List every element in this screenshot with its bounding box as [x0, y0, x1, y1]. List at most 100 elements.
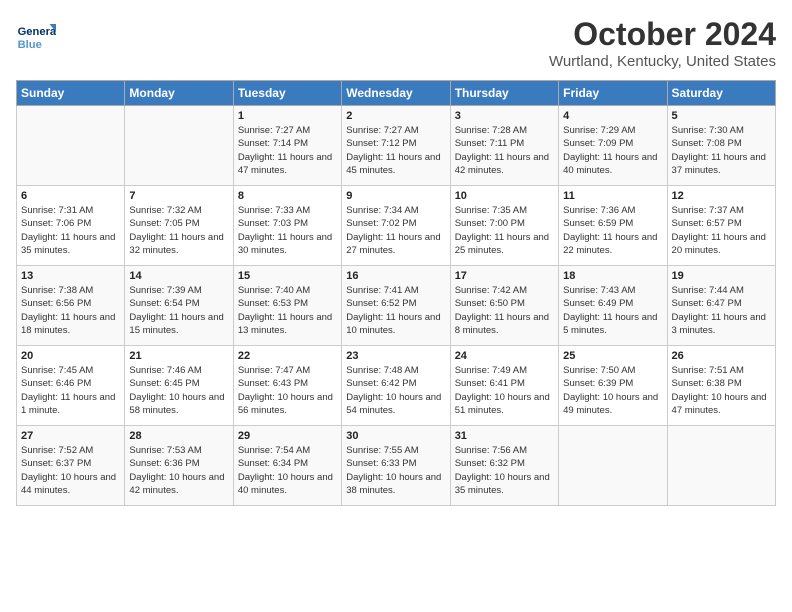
calendar-cell: 8 Sunrise: 7:33 AM Sunset: 7:03 PM Daylig… — [233, 186, 341, 266]
day-detail: Sunrise: 7:45 AM Sunset: 6:46 PM Dayligh… — [21, 364, 120, 417]
calendar-cell: 22 Sunrise: 7:47 AM Sunset: 6:43 PM Dayli… — [233, 346, 341, 426]
svg-text:General: General — [18, 26, 56, 38]
day-number: 24 — [455, 350, 554, 362]
day-detail: Sunrise: 7:33 AM Sunset: 7:03 PM Dayligh… — [238, 204, 337, 257]
day-number: 30 — [346, 430, 445, 442]
svg-text:Blue: Blue — [18, 39, 42, 51]
header-row: SundayMondayTuesdayWednesdayThursdayFrid… — [17, 81, 776, 106]
logo: General Blue — [16, 16, 60, 56]
header-day: Friday — [559, 81, 667, 106]
day-number: 4 — [563, 110, 662, 122]
calendar-cell: 4 Sunrise: 7:29 AM Sunset: 7:09 PM Daylig… — [559, 106, 667, 186]
day-detail: Sunrise: 7:56 AM Sunset: 6:32 PM Dayligh… — [455, 444, 554, 497]
calendar-body: 1 Sunrise: 7:27 AM Sunset: 7:14 PM Daylig… — [17, 106, 776, 506]
day-detail: Sunrise: 7:27 AM Sunset: 7:14 PM Dayligh… — [238, 124, 337, 177]
day-number: 31 — [455, 430, 554, 442]
day-number: 25 — [563, 350, 662, 362]
calendar-header: SundayMondayTuesdayWednesdayThursdayFrid… — [17, 81, 776, 106]
calendar-cell: 28 Sunrise: 7:53 AM Sunset: 6:36 PM Dayli… — [125, 426, 233, 506]
day-detail: Sunrise: 7:49 AM Sunset: 6:41 PM Dayligh… — [455, 364, 554, 417]
calendar-cell: 31 Sunrise: 7:56 AM Sunset: 6:32 PM Dayli… — [450, 426, 558, 506]
calendar-week: 1 Sunrise: 7:27 AM Sunset: 7:14 PM Daylig… — [17, 106, 776, 186]
calendar-cell: 5Sunrise: 7:30 AM Sunset: 7:08 PM Daylig… — [667, 106, 775, 186]
calendar-week: 20 Sunrise: 7:45 AM Sunset: 6:46 PM Dayli… — [17, 346, 776, 426]
calendar-cell: 3 Sunrise: 7:28 AM Sunset: 7:11 PM Daylig… — [450, 106, 558, 186]
header-day: Saturday — [667, 81, 775, 106]
day-number: 10 — [455, 190, 554, 202]
day-detail: Sunrise: 7:40 AM Sunset: 6:53 PM Dayligh… — [238, 284, 337, 337]
calendar-cell: 13 Sunrise: 7:38 AM Sunset: 6:56 PM Dayli… — [17, 266, 125, 346]
calendar-cell: 20 Sunrise: 7:45 AM Sunset: 6:46 PM Dayli… — [17, 346, 125, 426]
day-number: 20 — [21, 350, 120, 362]
day-number: 27 — [21, 430, 120, 442]
header-day: Sunday — [17, 81, 125, 106]
day-detail: Sunrise: 7:34 AM Sunset: 7:02 PM Dayligh… — [346, 204, 445, 257]
calendar-cell: 29Sunrise: 7:54 AM Sunset: 6:34 PM Dayli… — [233, 426, 341, 506]
day-number: 29 — [238, 430, 337, 442]
header-day: Tuesday — [233, 81, 341, 106]
day-number: 1 — [238, 110, 337, 122]
day-number: 9 — [346, 190, 445, 202]
calendar-cell: 2 Sunrise: 7:27 AM Sunset: 7:12 PM Daylig… — [342, 106, 450, 186]
day-number: 22 — [238, 350, 337, 362]
calendar-week: 27 Sunrise: 7:52 AM Sunset: 6:37 PM Dayli… — [17, 426, 776, 506]
day-number: 11 — [563, 190, 662, 202]
calendar-subtitle: Wurtland, Kentucky, United States — [549, 53, 776, 70]
calendar-cell: 19Sunrise: 7:44 AM Sunset: 6:47 PM Dayli… — [667, 266, 775, 346]
day-number: 28 — [129, 430, 228, 442]
calendar-cell: 24 Sunrise: 7:49 AM Sunset: 6:41 PM Dayli… — [450, 346, 558, 426]
day-detail: Sunrise: 7:46 AM Sunset: 6:45 PM Dayligh… — [129, 364, 228, 417]
day-number: 6 — [21, 190, 120, 202]
day-number: 15 — [238, 270, 337, 282]
day-number: 26 — [672, 350, 771, 362]
day-number: 19 — [672, 270, 771, 282]
day-detail: Sunrise: 7:32 AM Sunset: 7:05 PM Dayligh… — [129, 204, 228, 257]
header-day: Wednesday — [342, 81, 450, 106]
calendar-cell: 16Sunrise: 7:41 AM Sunset: 6:52 PM Dayli… — [342, 266, 450, 346]
day-detail: Sunrise: 7:29 AM Sunset: 7:09 PM Dayligh… — [563, 124, 662, 177]
calendar-cell: 25 Sunrise: 7:50 AM Sunset: 6:39 PM Dayli… — [559, 346, 667, 426]
day-number: 7 — [129, 190, 228, 202]
calendar-cell: 9 Sunrise: 7:34 AM Sunset: 7:02 PM Daylig… — [342, 186, 450, 266]
day-number: 2 — [346, 110, 445, 122]
calendar-cell — [125, 106, 233, 186]
calendar-cell: 17 Sunrise: 7:42 AM Sunset: 6:50 PM Dayli… — [450, 266, 558, 346]
day-detail: Sunrise: 7:37 AM Sunset: 6:57 PM Dayligh… — [672, 204, 771, 257]
day-number: 8 — [238, 190, 337, 202]
calendar-cell: 6 Sunrise: 7:31 AM Sunset: 7:06 PM Daylig… — [17, 186, 125, 266]
day-number: 16 — [346, 270, 445, 282]
day-detail: Sunrise: 7:55 AM Sunset: 6:33 PM Dayligh… — [346, 444, 445, 497]
day-detail: Sunrise: 7:42 AM Sunset: 6:50 PM Dayligh… — [455, 284, 554, 337]
day-detail: Sunrise: 7:50 AM Sunset: 6:39 PM Dayligh… — [563, 364, 662, 417]
logo-icon: General Blue — [16, 16, 56, 56]
day-detail: Sunrise: 7:38 AM Sunset: 6:56 PM Dayligh… — [21, 284, 120, 337]
calendar-week: 13 Sunrise: 7:38 AM Sunset: 6:56 PM Dayli… — [17, 266, 776, 346]
calendar-cell: 14Sunrise: 7:39 AM Sunset: 6:54 PM Dayli… — [125, 266, 233, 346]
calendar-cell: 10Sunrise: 7:35 AM Sunset: 7:00 PM Dayli… — [450, 186, 558, 266]
title-block: October 2024 Wurtland, Kentucky, United … — [549, 16, 776, 70]
calendar-cell: 26 Sunrise: 7:51 AM Sunset: 6:38 PM Dayli… — [667, 346, 775, 426]
page-header: General Blue October 2024 Wurtland, Kent… — [16, 16, 776, 70]
day-detail: Sunrise: 7:43 AM Sunset: 6:49 PM Dayligh… — [563, 284, 662, 337]
day-number: 5 — [672, 110, 771, 122]
day-number: 13 — [21, 270, 120, 282]
calendar-week: 6 Sunrise: 7:31 AM Sunset: 7:06 PM Daylig… — [17, 186, 776, 266]
calendar-cell: 18Sunrise: 7:43 AM Sunset: 6:49 PM Dayli… — [559, 266, 667, 346]
calendar-cell: 11Sunrise: 7:36 AM Sunset: 6:59 PM Dayli… — [559, 186, 667, 266]
day-detail: Sunrise: 7:31 AM Sunset: 7:06 PM Dayligh… — [21, 204, 120, 257]
day-detail: Sunrise: 7:53 AM Sunset: 6:36 PM Dayligh… — [129, 444, 228, 497]
day-number: 17 — [455, 270, 554, 282]
day-detail: Sunrise: 7:51 AM Sunset: 6:38 PM Dayligh… — [672, 364, 771, 417]
day-detail: Sunrise: 7:27 AM Sunset: 7:12 PM Dayligh… — [346, 124, 445, 177]
day-detail: Sunrise: 7:47 AM Sunset: 6:43 PM Dayligh… — [238, 364, 337, 417]
calendar-table: SundayMondayTuesdayWednesdayThursdayFrid… — [16, 80, 776, 506]
calendar-cell — [559, 426, 667, 506]
calendar-cell: 21Sunrise: 7:46 AM Sunset: 6:45 PM Dayli… — [125, 346, 233, 426]
day-number: 3 — [455, 110, 554, 122]
calendar-cell: 27 Sunrise: 7:52 AM Sunset: 6:37 PM Dayli… — [17, 426, 125, 506]
day-detail: Sunrise: 7:48 AM Sunset: 6:42 PM Dayligh… — [346, 364, 445, 417]
calendar-title: October 2024 — [549, 16, 776, 53]
day-detail: Sunrise: 7:52 AM Sunset: 6:37 PM Dayligh… — [21, 444, 120, 497]
header-day: Monday — [125, 81, 233, 106]
day-detail: Sunrise: 7:28 AM Sunset: 7:11 PM Dayligh… — [455, 124, 554, 177]
